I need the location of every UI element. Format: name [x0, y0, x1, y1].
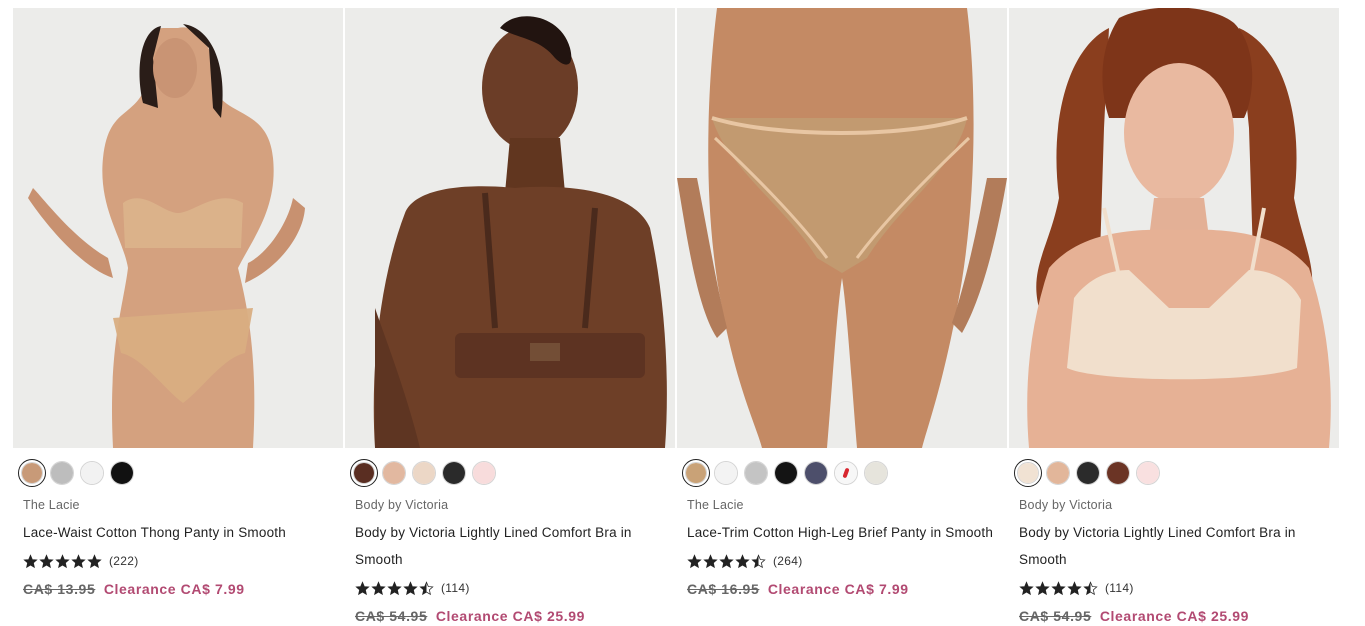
half-star-icon	[751, 553, 766, 568]
star-icon	[371, 580, 386, 595]
color-swatch[interactable]	[50, 461, 74, 485]
rating-stars	[355, 580, 434, 596]
original-price: CA$ 13.95	[23, 581, 96, 597]
color-swatch[interactable]	[442, 461, 466, 485]
product-image[interactable]	[13, 8, 343, 448]
product-image[interactable]	[677, 8, 1007, 448]
product-price: CA$ 13.95 Clearance CA$ 7.99	[23, 579, 343, 599]
color-swatch[interactable]	[1136, 461, 1160, 485]
color-swatch[interactable]	[1106, 461, 1130, 485]
color-swatch[interactable]	[382, 461, 406, 485]
original-price: CA$ 54.95	[1019, 608, 1092, 624]
half-star-icon	[1083, 580, 1098, 595]
color-swatches	[350, 459, 675, 487]
product-name[interactable]: Lace-Waist Cotton Thong Panty in Smooth	[23, 519, 338, 546]
product-grid: The Lacie Lace-Waist Cotton Thong Panty …	[0, 0, 1365, 626]
clearance-price: Clearance CA$ 7.99	[767, 581, 909, 597]
rating-stars	[687, 553, 766, 569]
color-swatch[interactable]	[1046, 461, 1070, 485]
clearance-price: Clearance CA$ 25.99	[435, 608, 585, 624]
star-icon	[719, 553, 734, 568]
original-price: CA$ 54.95	[355, 608, 428, 624]
rating-stars	[1019, 580, 1098, 596]
product-rating[interactable]: (114)	[1019, 577, 1339, 599]
color-swatch[interactable]	[1076, 461, 1100, 485]
product-card[interactable]: Body by Victoria Body by Victoria Lightl…	[1009, 8, 1339, 626]
product-price: CA$ 54.95 Clearance CA$ 25.99	[355, 606, 675, 626]
star-icon	[735, 553, 750, 568]
product-image[interactable]	[345, 8, 675, 448]
color-swatch[interactable]	[804, 461, 828, 485]
color-swatch-selected[interactable]	[682, 459, 710, 487]
review-count: (114)	[1105, 581, 1134, 595]
star-icon	[355, 580, 370, 595]
review-count: (114)	[441, 581, 470, 595]
color-swatch-selected[interactable]	[350, 459, 378, 487]
rating-stars	[23, 553, 102, 569]
color-swatch[interactable]	[80, 461, 104, 485]
product-name[interactable]: Body by Victoria Lightly Lined Comfort B…	[355, 519, 670, 573]
color-swatch-selected[interactable]	[18, 459, 46, 487]
color-swatch[interactable]	[412, 461, 436, 485]
clearance-price: Clearance CA$ 7.99	[103, 581, 245, 597]
star-icon	[1067, 580, 1082, 595]
color-swatch[interactable]	[110, 461, 134, 485]
color-swatch-selected[interactable]	[1014, 459, 1042, 487]
star-icon	[1051, 580, 1066, 595]
color-swatch[interactable]	[864, 461, 888, 485]
product-card[interactable]: The Lacie Lace-Waist Cotton Thong Panty …	[13, 8, 343, 626]
product-rating[interactable]: (222)	[23, 550, 343, 572]
color-swatch[interactable]	[774, 461, 798, 485]
review-count: (264)	[773, 554, 803, 568]
original-price: CA$ 16.95	[687, 581, 760, 597]
product-brand: Body by Victoria	[355, 498, 449, 512]
color-swatch[interactable]	[744, 461, 768, 485]
product-card[interactable]: Body by Victoria Body by Victoria Lightl…	[345, 8, 675, 626]
color-swatch[interactable]	[472, 461, 496, 485]
star-icon	[87, 553, 102, 568]
color-swatches	[682, 459, 1007, 487]
product-image[interactable]	[1009, 8, 1339, 448]
product-rating[interactable]: (264)	[687, 550, 1007, 572]
product-card[interactable]: The Lacie Lace-Trim Cotton High-Leg Brie…	[677, 8, 1007, 626]
star-icon	[71, 553, 86, 568]
product-brand: Body by Victoria	[1019, 498, 1113, 512]
product-name[interactable]: Body by Victoria Lightly Lined Comfort B…	[1019, 519, 1334, 573]
star-icon	[687, 553, 702, 568]
product-price: CA$ 54.95 Clearance CA$ 25.99	[1019, 606, 1339, 626]
product-brand: The Lacie	[23, 498, 80, 512]
star-icon	[703, 553, 718, 568]
product-price: CA$ 16.95 Clearance CA$ 7.99	[687, 579, 1007, 599]
color-swatch[interactable]	[714, 461, 738, 485]
star-icon	[1035, 580, 1050, 595]
star-icon	[403, 580, 418, 595]
review-count: (222)	[109, 554, 139, 568]
star-icon	[23, 553, 38, 568]
half-star-icon	[419, 580, 434, 595]
product-rating[interactable]: (114)	[355, 577, 675, 599]
star-icon	[387, 580, 402, 595]
star-icon	[1019, 580, 1034, 595]
product-brand: The Lacie	[687, 498, 744, 512]
star-icon	[39, 553, 54, 568]
color-swatches	[18, 459, 343, 487]
color-swatches	[1014, 459, 1339, 487]
product-name[interactable]: Lace-Trim Cotton High-Leg Brief Panty in…	[687, 519, 1002, 546]
color-swatch-print[interactable]	[834, 461, 858, 485]
star-icon	[55, 553, 70, 568]
clearance-price: Clearance CA$ 25.99	[1099, 608, 1249, 624]
